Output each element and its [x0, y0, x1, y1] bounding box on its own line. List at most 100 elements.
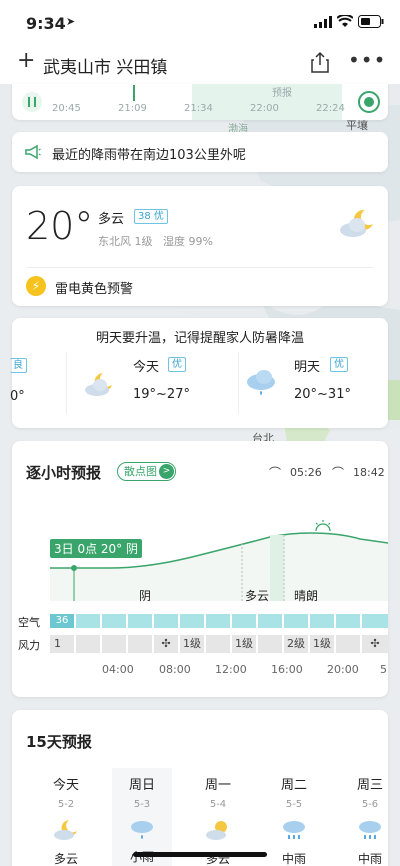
hour-tick: 08:00	[159, 663, 191, 676]
air-label: 空气	[18, 616, 40, 629]
add-city-icon[interactable]: +	[17, 48, 35, 73]
forecast-region	[192, 84, 342, 120]
status-time: 9:34	[26, 14, 66, 33]
daily-compare-card[interactable]: 明天要升温，记得提醒家人防暑降温 良 0° 今天 优 19°~27° 明天 优 …	[10, 318, 388, 428]
day-name: 周二	[280, 778, 307, 793]
wind-cell: 1级	[310, 635, 334, 653]
moderate-rain-icon	[283, 821, 305, 839]
air-cell	[102, 614, 126, 628]
fan-icon: ✣	[161, 637, 171, 650]
hour-tick: 12:00	[215, 663, 247, 676]
tomorrow-aqi-badge: 优	[330, 357, 348, 372]
sunset-time: 18:42	[353, 466, 385, 479]
target-icon	[364, 97, 374, 107]
location-arrow-icon: ➤	[66, 15, 76, 28]
day-condition: 中雨	[281, 852, 306, 866]
day-column[interactable]: 周二 5-5 中雨	[264, 774, 324, 866]
location-title[interactable]: 武夷山市 兴田镇	[43, 53, 167, 78]
today-label: 今天	[133, 360, 160, 375]
hourly-title: 逐小时预报	[26, 464, 102, 482]
air-cell	[232, 614, 256, 628]
locate-button[interactable]	[358, 91, 380, 113]
wind-cell	[206, 635, 230, 653]
sunrise-time: 05:26	[290, 466, 322, 479]
tomorrow-range: 20°~31°	[294, 387, 351, 402]
lightning-icon: ⚡	[26, 276, 46, 296]
wind-cell	[128, 635, 152, 653]
partly-cloudy-night-icon	[85, 373, 112, 396]
title-bar: + 武夷山市 兴田镇 •••	[0, 44, 400, 84]
condition-label: 阴	[139, 589, 152, 603]
partly-cloudy-night-icon	[340, 209, 373, 237]
day-condition: 多云	[53, 852, 78, 866]
air-cell	[284, 614, 308, 628]
daily-title: 15天预报	[26, 733, 92, 751]
scatter-button[interactable]: 散点图 >	[117, 462, 176, 481]
day-date: 5-5	[285, 799, 303, 810]
day-date: 5-4	[209, 799, 227, 810]
battery-icon	[358, 15, 384, 28]
air-cell	[310, 614, 334, 628]
home-indicator[interactable]	[133, 852, 267, 857]
timeline-label: 20:45	[52, 103, 81, 114]
hour-tick: 20:00	[327, 663, 359, 676]
day-date: 5-3	[133, 799, 151, 810]
share-icon[interactable]	[310, 51, 330, 73]
radar-timeline: 预报 20:45 21:09 21:34 22:00 22:24	[12, 84, 388, 120]
humidity-info: 湿度 99%	[163, 235, 213, 248]
light-rain-icon	[247, 370, 275, 395]
day-column[interactable]: 周三 5-6 中雨	[340, 774, 400, 866]
day-date: 5-2	[57, 799, 75, 810]
wind-cell: 2级	[284, 635, 308, 653]
air-cell	[180, 614, 204, 628]
yesterday-aqi-badge: 良	[10, 358, 27, 373]
wind-cell: 1级	[180, 635, 204, 653]
divider	[238, 352, 239, 414]
megaphone-icon	[25, 145, 41, 159]
timeline-label: 21:34	[184, 103, 213, 114]
timeline-label: 21:09	[118, 103, 147, 114]
play-button[interactable]	[22, 92, 42, 112]
alert-row[interactable]: ⚡ 雷电黄色预警	[26, 275, 326, 297]
moderate-rain-icon	[359, 821, 381, 839]
current-weather-card[interactable]: 20° 多云 38 优 东北风 1级 湿度 99% ⚡ 雷电黄色预警	[12, 186, 388, 306]
hour-tick: 16:00	[271, 663, 303, 676]
rain-notice-card[interactable]: 最近的降雨带在南边103公里外呢	[12, 132, 388, 172]
condition-label: 多云	[245, 589, 270, 603]
air-cell	[206, 614, 230, 628]
day-name: 周一	[204, 778, 231, 793]
timeline-label: 22:24	[316, 103, 345, 114]
day-name: 今天	[52, 778, 79, 793]
wind-cell: ✣	[154, 635, 178, 653]
current-temp: 20°	[26, 204, 94, 248]
day-date: 5-6	[361, 799, 379, 810]
yesterday-temp: 0°	[10, 389, 25, 404]
day-column[interactable]: 今天 5-2 多云	[36, 774, 96, 866]
air-cell	[154, 614, 178, 628]
air-cell	[362, 614, 388, 628]
partly-cloudy-day-icon	[206, 821, 227, 840]
day-name: 周日	[128, 778, 155, 793]
wind-label: 风力	[18, 639, 40, 652]
hourly-temp-curve	[50, 532, 388, 601]
chevron-right-icon: >	[159, 464, 174, 479]
air-cell	[258, 614, 282, 628]
hourly-forecast-card[interactable]: 逐小时预报 散点图 > ⌒ 05:26 ⌒ 18:42 3日 0点 20° 阴 …	[12, 441, 388, 697]
wind-cell	[336, 635, 360, 653]
timeline-cursor[interactable]	[133, 85, 135, 101]
tip-text: 明天要升温，记得提醒家人防暑降温	[95, 331, 304, 346]
tomorrow-label: 明天	[294, 360, 321, 375]
current-condition: 多云	[98, 212, 125, 227]
light-rain-icon	[131, 821, 153, 839]
hour-tick: 04:00	[102, 663, 134, 676]
today-aqi-badge: 优	[168, 357, 186, 372]
divider	[26, 267, 374, 268]
wifi-icon	[337, 15, 353, 27]
status-bar: 9:34 ➤	[0, 0, 400, 44]
more-icon[interactable]: •••	[348, 48, 386, 72]
signal-icon	[314, 16, 332, 28]
daily-forecast-card[interactable]: 15天预报 今天 5-2 多云 周日 5-3 小雨 周一 5-4 多云 周二 5…	[12, 710, 388, 866]
aqi-badge[interactable]: 38 优	[134, 209, 168, 224]
current-hour-flag: 3日 0点 20° 阴	[50, 539, 142, 558]
scatter-button-label: 散点图	[124, 465, 157, 478]
